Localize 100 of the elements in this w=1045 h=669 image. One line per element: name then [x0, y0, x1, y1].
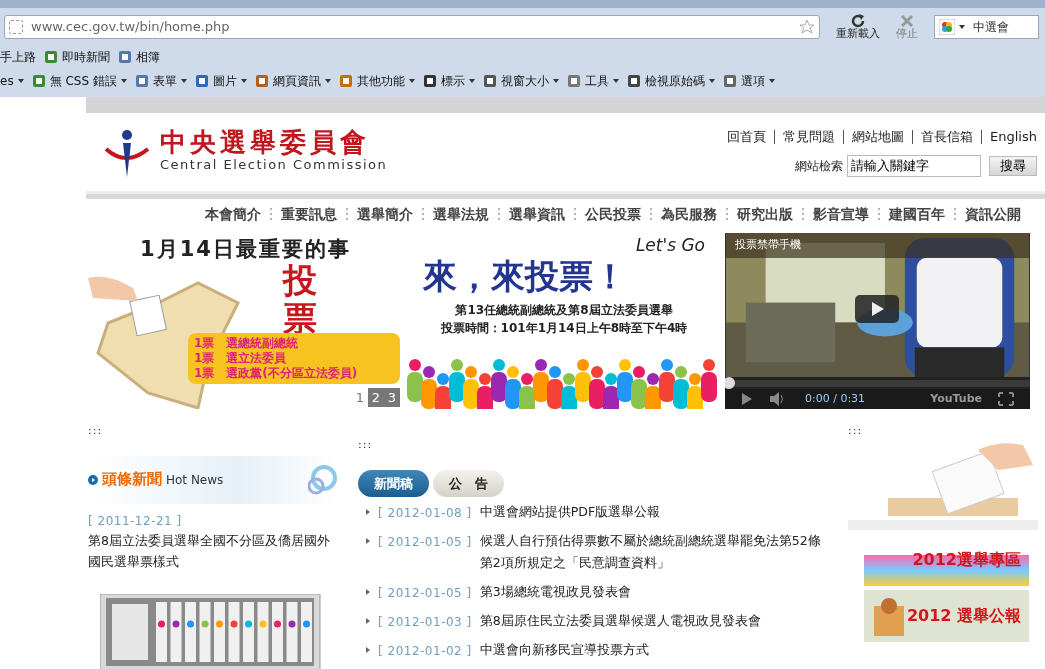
top-link[interactable]: 網站地圖: [852, 127, 905, 147]
dot-separator: [725, 206, 729, 222]
dot-separator: [801, 206, 805, 222]
caret-icon: [708, 78, 715, 83]
ballot-note: 1票 選總統副總統 1票 選立法委員 1票 選政黨(不分區立法委員): [188, 333, 400, 384]
star-icon: [799, 19, 815, 35]
search-field[interactable]: 中選會: [934, 15, 1039, 39]
vote-time: 投票時間：101年1月14日上午8時至下午4時: [439, 319, 689, 337]
rings-icon: [308, 463, 338, 496]
search-button[interactable]: 搜尋: [989, 155, 1037, 176]
play-icon: [741, 392, 753, 407]
caret-icon: [768, 78, 775, 83]
lets-go-text: Let's Go: [634, 234, 706, 257]
news-date: [ 2012-01-05 ]: [378, 584, 472, 602]
toolbar-item[interactable]: 網頁資訊: [254, 71, 331, 90]
search-label: 網站檢索: [795, 157, 843, 175]
bullet-icon: [366, 509, 370, 515]
vote-character: 投: [283, 263, 317, 297]
nav-link[interactable]: 影音宣導: [813, 203, 869, 225]
toolbar-item[interactable]: 檢視原始碼: [626, 71, 715, 90]
logo-title: 中央選舉委員會: [160, 129, 371, 156]
news-link[interactable]: 候選人自行預估得票數不屬於總統副總統選舉罷免法第52條第2項所規定之「民意調查資料」: [479, 530, 828, 573]
search-field[interactable]: 請輸入關鍵字: [847, 154, 981, 177]
hot-news-subtitle: Hot News: [166, 471, 224, 489]
nav-link[interactable]: 選舉法規: [433, 203, 489, 225]
close-icon: [900, 13, 914, 28]
caret-icon: [612, 78, 619, 83]
seek-handle[interactable]: [725, 377, 735, 390]
toolbar-item[interactable]: 無 CSS 錯誤: [31, 71, 127, 90]
bullet-icon: [366, 647, 370, 654]
bookmark-item[interactable]: 即時新聞: [44, 48, 110, 66]
bookmark-item[interactable]: 手上路: [0, 48, 36, 66]
top-link[interactable]: English: [990, 127, 1037, 147]
dot-separator: [953, 206, 957, 222]
volume-icon: [769, 391, 785, 408]
toolbar-item[interactable]: 圖片: [194, 71, 247, 90]
news-date: [ 2012-01-05 ]: [378, 534, 472, 552]
nav-link[interactable]: 公民投票: [585, 203, 641, 225]
logo-subtitle: Central Election Commission: [160, 156, 388, 175]
caret-icon: [959, 25, 965, 29]
bullet-icon: [366, 588, 370, 595]
nav-link[interactable]: 建國百年: [889, 203, 945, 225]
video-title: 投票禁帶手機: [725, 233, 1030, 258]
video-logo[interactable]: YouTube: [930, 390, 982, 408]
tab[interactable]: 新聞稿: [358, 469, 429, 497]
newspaper-icon: [872, 595, 906, 638]
pager-link[interactable]: 3: [384, 387, 400, 407]
news-date: [ 2012-01-08 ]: [378, 505, 472, 522]
nav-link[interactable]: 為民服務: [661, 203, 717, 225]
nav-link[interactable]: 重要訊息: [281, 203, 337, 225]
news-link[interactable]: 中選會網站提供PDF版選舉公報: [479, 501, 661, 523]
bookmark-item[interactable]: 相簿: [118, 48, 160, 66]
pager-link[interactable]: 2: [368, 387, 384, 407]
caret-icon: [180, 78, 187, 83]
dot-separator: [345, 206, 349, 222]
nav-link[interactable]: 選舉簡介: [357, 203, 413, 225]
nav-link[interactable]: 資訊公開: [965, 203, 1021, 225]
section-marker: :::: [848, 423, 864, 439]
nav-link[interactable]: 本會簡介: [205, 203, 261, 225]
address-field[interactable]: www.cec.gov.tw/bin/home.php: [4, 15, 820, 39]
toolbar-item[interactable]: 視窗大小: [482, 71, 559, 90]
reload-button[interactable]: 重新載入: [836, 13, 880, 41]
bullet-icon: [366, 618, 370, 624]
reload-icon: [851, 13, 865, 28]
nav-link[interactable]: 研究出版: [737, 203, 793, 225]
dot-separator: [877, 206, 881, 222]
news-link[interactable]: 中選會向新移民宣導投票方式: [479, 639, 649, 661]
banner-headline: 1月14日最重要的事: [139, 236, 352, 263]
promo-subtitle: 第13任總統副總統及第8屆立法委員選舉: [454, 301, 674, 319]
seek-bar[interactable]: [725, 377, 1030, 390]
toolbar-item[interactable]: 表單: [134, 71, 187, 90]
hot-news-title: 頭條新聞: [102, 469, 162, 491]
dot-separator: [573, 206, 577, 222]
engine-icon: [939, 19, 955, 35]
section-marker: :::: [358, 437, 374, 453]
dot-separator: [497, 206, 501, 222]
toolbar-item[interactable]: 其他功能: [338, 71, 415, 90]
play-icon: [855, 295, 899, 323]
toolbar-item[interactable]: es: [0, 71, 24, 90]
news-date: [ 2011-12-21 ]: [88, 512, 183, 530]
promo-title: 來，來投票！: [422, 258, 628, 293]
tab[interactable]: 公 告: [433, 469, 504, 497]
toolbar-item[interactable]: 工具: [566, 71, 619, 90]
news-link[interactable]: 第3場總統電視政見發表會: [479, 580, 631, 602]
caret-icon: [17, 78, 24, 83]
caret-icon: [552, 78, 559, 83]
nav-link[interactable]: 選舉資訊: [509, 203, 565, 225]
section-marker: :::: [88, 423, 104, 439]
news-link[interactable]: 第8屆原住民立法委員選舉候選人電視政見發表會: [479, 610, 761, 632]
caret-icon: [120, 78, 127, 83]
news-link[interactable]: 第8屆立法委員選舉全國不分區及僑居國外國民選舉票樣式: [88, 529, 338, 572]
caret-icon: [324, 78, 331, 83]
top-link[interactable]: 首長信箱: [921, 127, 974, 147]
top-link[interactable]: 回首頁: [727, 127, 767, 147]
top-link[interactable]: 常見問題: [783, 127, 836, 147]
banner-link[interactable]: 2012 選舉公報: [864, 589, 1029, 642]
caret-icon: [408, 78, 415, 83]
toolbar-item[interactable]: 標示: [422, 71, 475, 90]
caret-icon: [240, 78, 247, 83]
toolbar-item[interactable]: 選項: [722, 71, 775, 90]
